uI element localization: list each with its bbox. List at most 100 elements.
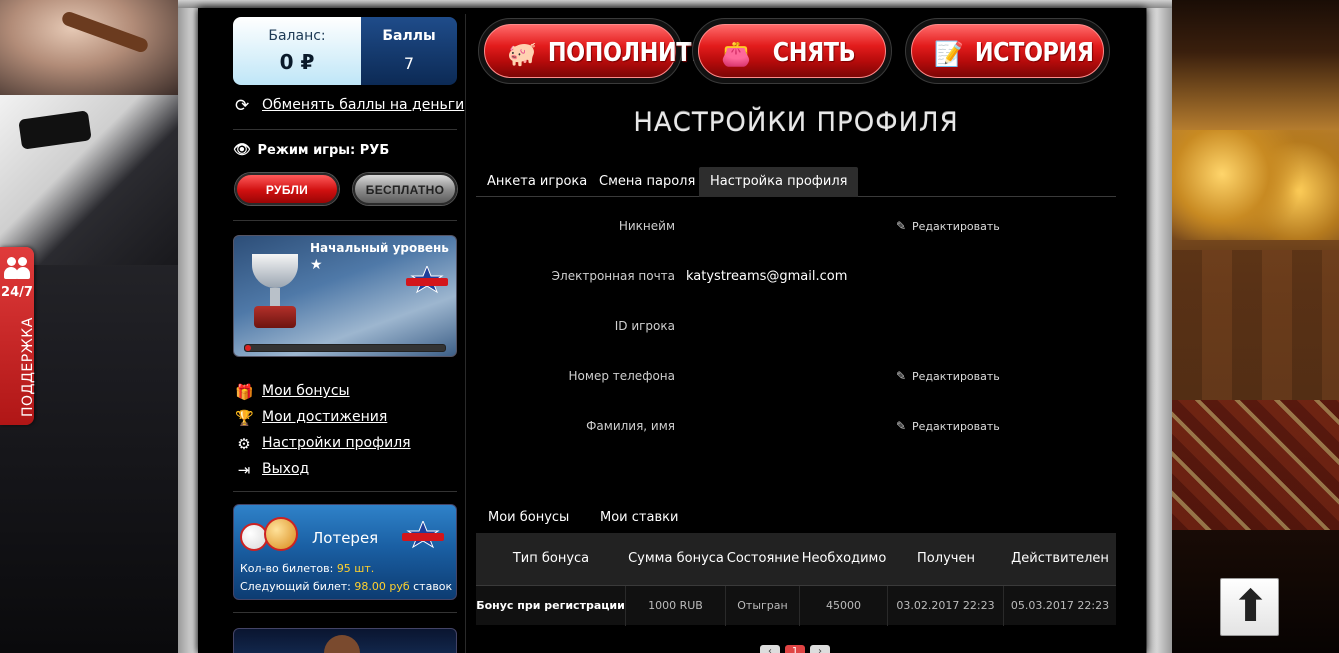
lottery-balls-icon — [240, 517, 304, 557]
metal-frame-top — [178, 0, 1172, 8]
lottery-next-ticket: Следующий билет: 98.00 руб ставок — [240, 580, 452, 593]
lottery-tickets-value: 95 шт. — [336, 562, 375, 575]
withdraw-button[interactable]: 👛 СНЯТЬ — [692, 18, 892, 84]
divider — [233, 129, 457, 130]
history-button[interactable]: 📝 ИСТОРИЯ — [905, 18, 1110, 84]
treasure-chest-decoration — [1172, 250, 1339, 400]
edit-fullname-button[interactable]: ✎ Редактировать — [896, 419, 1000, 433]
menu-item-profile-settings[interactable]: ⚙ Настройки профиля — [233, 434, 457, 460]
menu-item-label: Выход — [262, 461, 310, 477]
table-cell: 05.03.2017 22:23 — [1010, 599, 1110, 612]
edit-phone-button[interactable]: ✎ Редактировать — [896, 369, 1000, 383]
game-mode: 👁 Режим игры: РУБ — [233, 142, 389, 158]
carpet-decoration — [1172, 400, 1339, 530]
withdraw-label: СНЯТЬ — [772, 38, 856, 68]
prev-page-button[interactable]: ‹ — [760, 645, 780, 653]
star-icon: ★ — [310, 257, 323, 273]
deposit-label: ПОПОЛНИТЬ — [547, 38, 708, 68]
lottery-tickets-label: Кол-во билетов: — [240, 562, 334, 575]
edit-nickname-button[interactable]: ✎ Редактировать — [896, 219, 1000, 233]
next-page-button[interactable]: › — [810, 645, 830, 653]
edit-label: Редактировать — [912, 420, 1000, 433]
balance-label: Баланс: — [268, 28, 326, 44]
phone-label: Номер телефона — [568, 369, 675, 383]
email-value: katystreams@gmail.com — [686, 269, 848, 284]
bonus-table: Тип бонуса Сумма бонуса Состояние Необхо… — [476, 533, 1116, 626]
column-header: Действителен — [1011, 551, 1109, 566]
support-hours: 24/7 — [1, 285, 33, 300]
menu-item-label: Мои достижения — [262, 409, 388, 425]
nickname-label: Никнейм — [618, 219, 675, 233]
sidebar-separator — [465, 14, 466, 653]
arrow-up-icon: ⬆ — [1232, 581, 1269, 632]
lottery-next-suffix: ставок — [413, 580, 453, 593]
exchange-points-link[interactable]: ⟳ Обменять баллы на деньги — [233, 96, 464, 118]
bonus-tabs: Мои бонусы Мои ставки — [476, 505, 1116, 533]
level-card[interactable]: Начальный уровень ★ — [233, 235, 457, 357]
gear-icon: ⚙ — [237, 435, 251, 453]
balance-panel: Баланс: 0 ₽ — [233, 17, 361, 85]
document-pen-icon: 📝 — [934, 40, 964, 68]
balance-value: 0 ₽ — [279, 50, 315, 74]
menu-item-label: Настройки профиля — [262, 435, 411, 451]
divider — [233, 220, 457, 221]
page-title: НАСТРОЙКИ ПРОФИЛЯ — [633, 108, 959, 138]
lottery-title: Лотерея — [312, 529, 379, 547]
edit-icon: ✎ — [896, 369, 907, 383]
tab-player-form[interactable]: Анкета игрока — [476, 167, 598, 197]
lottery-tickets: Кол-во билетов: 95 шт. — [240, 562, 374, 575]
tab-profile-settings[interactable]: Настройка профиля — [699, 167, 859, 197]
column-header: Получен — [917, 551, 975, 566]
divider — [233, 612, 457, 613]
support-label: ПОДДЕРЖКА — [20, 317, 36, 417]
tab-my-bonuses[interactable]: Мои бонусы — [476, 505, 581, 533]
promo-banner[interactable] — [233, 628, 457, 653]
tab-my-bets[interactable]: Мои ставки — [588, 505, 691, 533]
tab-change-password[interactable]: Смена пароля — [588, 167, 706, 197]
column-header: Состояние — [726, 551, 800, 566]
exit-icon: ⇥ — [237, 461, 251, 479]
support-tab[interactable]: 24/7 ПОДДЕРЖКА — [0, 247, 36, 425]
table-cell: Отыгран — [726, 586, 800, 626]
game-mode-label: Режим игры: — [257, 143, 356, 158]
free-mode-button[interactable]: БЕСПЛАТНО — [353, 173, 457, 205]
profile-tabs: Анкета игрока Смена пароля Настройка про… — [476, 167, 1116, 197]
table-row: Бонус при регистрации 1000 RUB Отыгран 4… — [476, 585, 1116, 626]
edit-icon: ✎ — [896, 419, 907, 433]
fullname-label: Фамилия, имя — [586, 419, 675, 433]
exchange-points-label: Обменять баллы на деньги — [262, 97, 465, 113]
column-header: Необходимо — [801, 551, 887, 566]
man-face-decoration — [0, 0, 180, 95]
menu-item-my-achievements[interactable]: 🏆 Мои достижения — [233, 408, 457, 434]
deposit-button[interactable]: 🐖 ПОПОЛНИТЬ — [478, 18, 708, 84]
table-header: Тип бонуса Сумма бонуса Состояние Необхо… — [476, 533, 1116, 585]
points-value: 7 — [403, 54, 415, 73]
vulkan-logo-icon — [406, 266, 448, 294]
level-title: Начальный уровень — [310, 241, 449, 255]
email-label: Электронная почта — [551, 269, 675, 283]
menu-item-label: Мои бонусы — [262, 383, 350, 399]
edit-label: Редактировать — [912, 370, 1000, 383]
piggy-bank-icon: 🐖 — [507, 40, 537, 68]
rub-mode-button[interactable]: РУБЛИ — [235, 173, 339, 205]
balance-box: Баланс: 0 ₽ Баллы 7 — [233, 17, 457, 85]
lottery-card[interactable]: Лотерея Кол-во билетов: 95 шт. Следующий… — [233, 504, 457, 600]
game-mode-value: РУБ — [359, 143, 390, 158]
trophy-cup-icon — [246, 254, 304, 334]
vulkan-logo-icon — [402, 521, 444, 549]
table-cell: 1000 RUB — [626, 586, 726, 626]
gift-icon: 🎁 — [235, 383, 254, 401]
level-progress-fill — [245, 345, 251, 351]
current-page-button[interactable]: 1 — [785, 645, 805, 653]
table-cell: Бонус при регистрации — [476, 586, 626, 626]
eye-icon: 👁 — [233, 142, 251, 158]
points-panel: Баллы 7 — [361, 17, 457, 85]
promo-figure-decoration — [324, 635, 360, 653]
level-progress-bar — [244, 344, 446, 352]
divider — [233, 491, 457, 492]
edit-label: Редактировать — [912, 220, 1000, 233]
menu-item-my-bonuses[interactable]: 🎁 Мои бонусы — [233, 382, 457, 408]
menu-item-logout[interactable]: ⇥ Выход — [233, 460, 457, 486]
table-cell: 45000 — [800, 586, 888, 626]
scroll-to-top-button[interactable]: ⬆ — [1220, 578, 1279, 636]
